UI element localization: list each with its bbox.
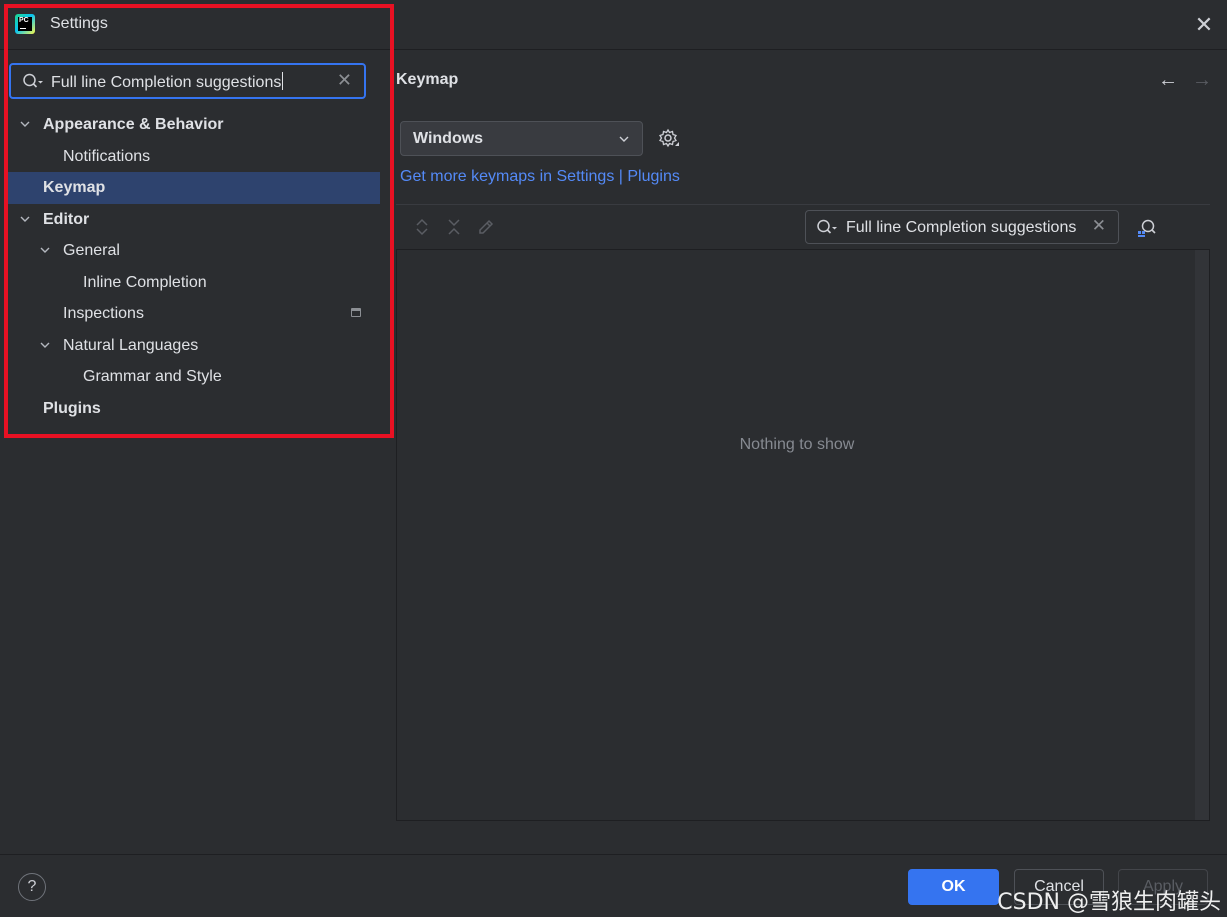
search-icon (817, 219, 837, 234)
tree-item-label: Keymap (43, 179, 106, 196)
close-button[interactable]: ✕ (1191, 12, 1217, 38)
dialog-footer: ? OK Cancel Apply CSDN @雪狼生肉罐头 (0, 854, 1227, 917)
clear-filter-icon[interactable]: ✕ (1092, 216, 1106, 236)
tree-item-label: Editor (43, 210, 90, 228)
keymap-filter-input[interactable]: Full line Completion suggestions (846, 219, 1076, 237)
edit-shortcut-icon[interactable] (476, 217, 496, 237)
tree-item-editor[interactable]: Editor (0, 204, 390, 236)
scrollbar[interactable] (1195, 250, 1209, 820)
collapse-all-icon[interactable] (444, 217, 464, 237)
keymap-dropdown[interactable]: Windows (400, 121, 643, 156)
tree-item-grammar-and-style[interactable]: Grammar and Style (0, 361, 390, 393)
help-button[interactable]: ? (18, 873, 46, 901)
ok-button[interactable]: OK (908, 869, 999, 905)
tree-item-inspections[interactable]: Inspections (0, 298, 390, 330)
tree-item-label: Notifications (63, 147, 151, 165)
tree-item-label: General (63, 242, 120, 259)
tree-item-notifications[interactable]: Notifications (0, 141, 390, 173)
keymap-dropdown-value: Windows (413, 130, 484, 147)
back-arrow-icon[interactable]: ← (1158, 69, 1178, 92)
settings-sidebar: Full line Completion suggestions ✕ Appea… (0, 51, 390, 854)
clear-search-icon[interactable]: ✕ (337, 70, 352, 91)
toolbar-divider (396, 204, 1210, 205)
title-bar: PC Settings ✕ (0, 0, 1227, 50)
tree-item-label: Inline Completion (83, 273, 207, 291)
tree-item-label: Appearance & Behavior (43, 116, 224, 133)
tree-item-plugins[interactable]: Plugins (0, 393, 390, 425)
tree-item-natural-languages[interactable]: Natural Languages (0, 330, 390, 362)
keymap-actions-list[interactable]: Nothing to show (396, 249, 1210, 821)
tree-item-label: Natural Languages (63, 336, 199, 354)
tree-item-label: Inspections (63, 305, 144, 322)
keymap-panel: Keymap ← → Windows Get more keymaps in S… (396, 51, 1227, 854)
pycharm-logo-icon: PC (15, 14, 35, 34)
settings-search-field[interactable]: Full line Completion suggestions ✕ (9, 63, 366, 99)
project-settings-icon (351, 308, 361, 317)
empty-state-text: Nothing to show (739, 436, 855, 453)
tree-item-label: Plugins (43, 399, 101, 417)
settings-tree: Appearance & Behavior Notifications Keym… (0, 109, 390, 424)
tree-item-keymap[interactable]: Keymap (5, 172, 380, 204)
search-icon (23, 73, 43, 88)
page-title: Keymap (396, 71, 459, 88)
tree-item-label: Grammar and Style (83, 368, 222, 385)
chevron-down-icon (618, 130, 630, 151)
settings-window: PC Settings ✕ Full line Completion sugge… (0, 0, 1227, 917)
keymap-filter-field[interactable]: Full line Completion suggestions ✕ (805, 210, 1119, 244)
window-title: Settings (50, 15, 108, 32)
gear-icon[interactable] (658, 128, 680, 150)
tree-item-inline-completion[interactable]: Inline Completion (0, 267, 390, 299)
find-by-shortcut-icon[interactable] (1136, 217, 1158, 239)
tree-item-general[interactable]: General (0, 235, 390, 267)
expand-all-icon[interactable] (412, 217, 432, 237)
tree-item-appearance-behavior[interactable]: Appearance & Behavior (0, 109, 390, 141)
get-more-keymaps-link[interactable]: Get more keymaps in Settings | Plugins (400, 168, 680, 186)
watermark-text: CSDN @雪狼生肉罐头 (997, 890, 1221, 915)
settings-search-input[interactable]: Full line Completion suggestions (51, 72, 284, 92)
forward-arrow-icon[interactable]: → (1192, 69, 1212, 92)
